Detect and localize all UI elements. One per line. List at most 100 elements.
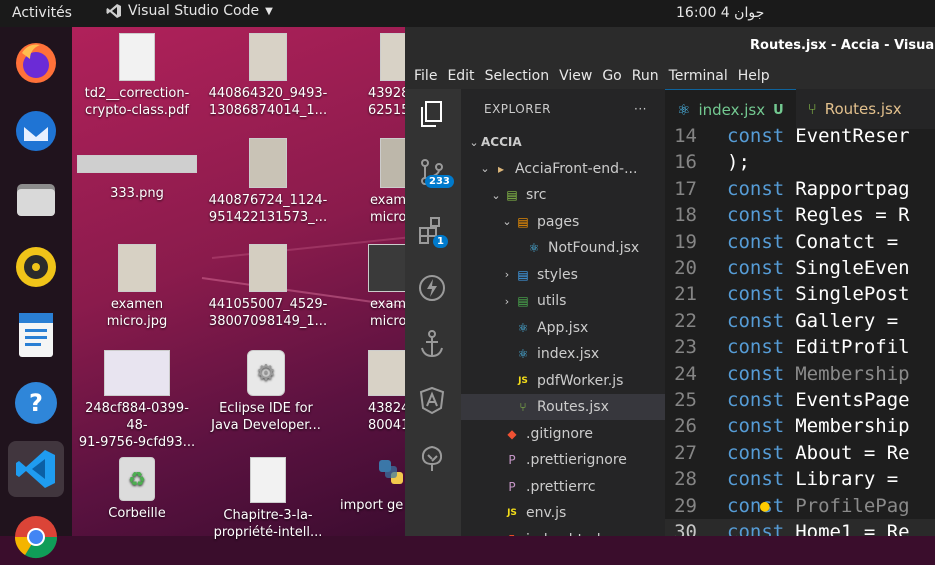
activities-button[interactable]: Activités — [12, 5, 72, 21]
code-line[interactable]: 21 const SinglePost — [665, 281, 935, 307]
code-line[interactable]: 27 const About = Re — [665, 440, 935, 466]
image-thumbnail — [104, 350, 170, 396]
vscode-icon[interactable] — [8, 441, 64, 497]
tree-item[interactable]: ⌄ ▸ AcciaFront-end-... — [461, 156, 665, 182]
app-menu[interactable]: Visual Studio Code ▼ — [106, 3, 273, 19]
code-text: ); — [727, 151, 750, 174]
tree-item[interactable]: P .prettierrc — [461, 474, 665, 500]
gear-icon: ⚙ — [247, 350, 285, 396]
desktop-file[interactable]: 441055007_4529- 38007098149_1... — [208, 244, 328, 330]
tree-item[interactable]: JS pdfWorker.js — [461, 368, 665, 394]
code-text: Gallery = — [795, 309, 910, 332]
tree-item[interactable]: › ▤ styles — [461, 262, 665, 288]
code-line[interactable]: 19 const Conatct = — [665, 229, 935, 255]
tree-item[interactable]: JS env.js — [461, 500, 665, 526]
menu-go[interactable]: Go — [597, 68, 626, 84]
line-number: 14 — [674, 125, 697, 147]
desktop-file[interactable]: examen micro.jpg — [77, 244, 197, 330]
lightning-icon[interactable] — [417, 273, 449, 305]
tree-item[interactable]: › ▤ utils — [461, 288, 665, 314]
firefox-icon[interactable] — [8, 35, 64, 91]
scm-badge: 233 — [425, 175, 454, 188]
menu-edit[interactable]: Edit — [442, 68, 479, 84]
help-icon[interactable]: ? — [8, 375, 64, 431]
menu-terminal[interactable]: Terminal — [664, 68, 733, 84]
code-line[interactable]: 16); — [665, 149, 935, 175]
file-label: td2__correction- crypto-class.pdf — [84, 86, 190, 118]
tree-item-label: pages — [537, 213, 580, 230]
tree-item[interactable]: 5 index.html — [461, 527, 665, 537]
extensions-icon[interactable]: 1 — [417, 215, 449, 248]
tree-item-label: styles — [537, 266, 578, 283]
menu-view[interactable]: View — [554, 68, 597, 84]
code-line[interactable]: 29 const ProfilePag ● — [665, 493, 935, 519]
untracked-badge: U — [773, 102, 784, 118]
tree-item[interactable]: ◆ .gitignore — [461, 421, 665, 447]
tree-item[interactable]: ⚛ App.jsx — [461, 315, 665, 341]
route-icon: ⑂ — [807, 100, 817, 118]
thunderbird-icon[interactable] — [8, 103, 64, 159]
code-line[interactable]: 25 const EventsPage — [665, 387, 935, 413]
desktop-file[interactable]: 248cf884-0399-48- 91-9756-9cfd93... — [77, 350, 197, 451]
tree-item[interactable]: ⑂ Routes.jsx — [461, 394, 665, 420]
chrome-icon[interactable] — [8, 509, 64, 565]
clock[interactable]: 16:00 جوان 4 — [676, 5, 764, 21]
code-line[interactable]: 30 const Home1 = Re — [665, 519, 935, 536]
code-line[interactable]: 20 const SingleEven — [665, 255, 935, 281]
code-line[interactable]: 22 const Gallery = — [665, 308, 935, 334]
code-line[interactable]: 14 const EventReser — [665, 123, 935, 149]
rhythmbox-icon[interactable] — [8, 239, 64, 295]
menu-selection[interactable]: Selection — [480, 68, 555, 84]
code-line[interactable]: 28 const Library = — [665, 466, 935, 492]
trash[interactable]: ♻ Corbeille — [77, 457, 197, 522]
keyword: const — [727, 494, 785, 517]
source-control-icon[interactable]: 233 — [417, 157, 454, 189]
git-icon: ◆ — [507, 426, 517, 441]
keyword: const — [727, 309, 785, 332]
tree-item[interactable]: ⌄ ▤ src — [461, 182, 665, 208]
code-line[interactable]: 26 const Membership — [665, 413, 935, 439]
desktop-file[interactable]: ⚙ Eclipse IDE for Java Developer... — [206, 350, 326, 434]
desktop-file[interactable]: 440864320_9493- 13086874014_1... — [208, 33, 328, 119]
angular-icon[interactable] — [417, 385, 449, 417]
more-actions-icon[interactable]: ··· — [634, 102, 647, 116]
code-line[interactable]: 24 const Membership — [665, 361, 935, 387]
line-number: 26 — [674, 415, 697, 438]
code-line[interactable]: 17 const Rapportpag — [665, 176, 935, 202]
keyword: const — [727, 468, 785, 491]
activity-bar: 233 1 — [405, 89, 461, 536]
desktop-file[interactable]: Chapitre-3-la- propriété-intell... — [208, 457, 328, 541]
lightbulb-icon[interactable]: ● — [760, 496, 770, 515]
file-label: 248cf884-0399-48- 91-9756-9cfd93... — [78, 401, 196, 450]
code-text: Rapportpag — [795, 177, 910, 200]
file-label: 333.png — [110, 186, 164, 201]
tree-item[interactable]: ⚛ index.jsx — [461, 341, 665, 367]
keyword: const — [727, 389, 785, 411]
code-text: Library = — [795, 468, 910, 491]
tree-item[interactable]: ⌄ ▤ pages — [461, 209, 665, 235]
folder-orange-icon: ▤ — [517, 214, 529, 229]
anchor-icon[interactable] — [417, 329, 449, 361]
files-icon[interactable] — [8, 171, 64, 227]
menu-help[interactable]: Help — [733, 68, 775, 84]
pdf-thumbnail — [119, 33, 155, 81]
menu-run[interactable]: Run — [627, 68, 664, 84]
desktop-file[interactable]: 333.png — [77, 155, 197, 202]
explorer-icon[interactable] — [417, 99, 449, 131]
tree-icon[interactable] — [417, 443, 449, 475]
desktop-file[interactable]: 440876724_1124- 951422131573_... — [208, 138, 328, 226]
code-text: EventsPage — [795, 389, 910, 411]
tab-label: index.jsx — [698, 101, 766, 119]
window-titlebar[interactable]: Routes.jsx - Accia - Visual Studio Code — [405, 27, 935, 63]
python-icon — [376, 457, 406, 487]
explorer-header: EXPLORER ··· — [461, 89, 665, 129]
tree-item[interactable]: ⚛ NotFound.jsx — [461, 235, 665, 261]
desktop-file[interactable]: td2__correction- crypto-class.pdf — [77, 33, 197, 119]
src-icon: ▤ — [506, 188, 518, 202]
tree-item[interactable]: P .prettierignore — [461, 447, 665, 473]
code-line[interactable]: 23 const EditProfil — [665, 334, 935, 360]
tree-item[interactable]: ⌄ ACCIA — [461, 129, 665, 155]
writer-icon[interactable] — [8, 307, 64, 363]
menu-file[interactable]: File — [409, 68, 442, 84]
code-line[interactable]: 18 const Regles = R — [665, 202, 935, 228]
